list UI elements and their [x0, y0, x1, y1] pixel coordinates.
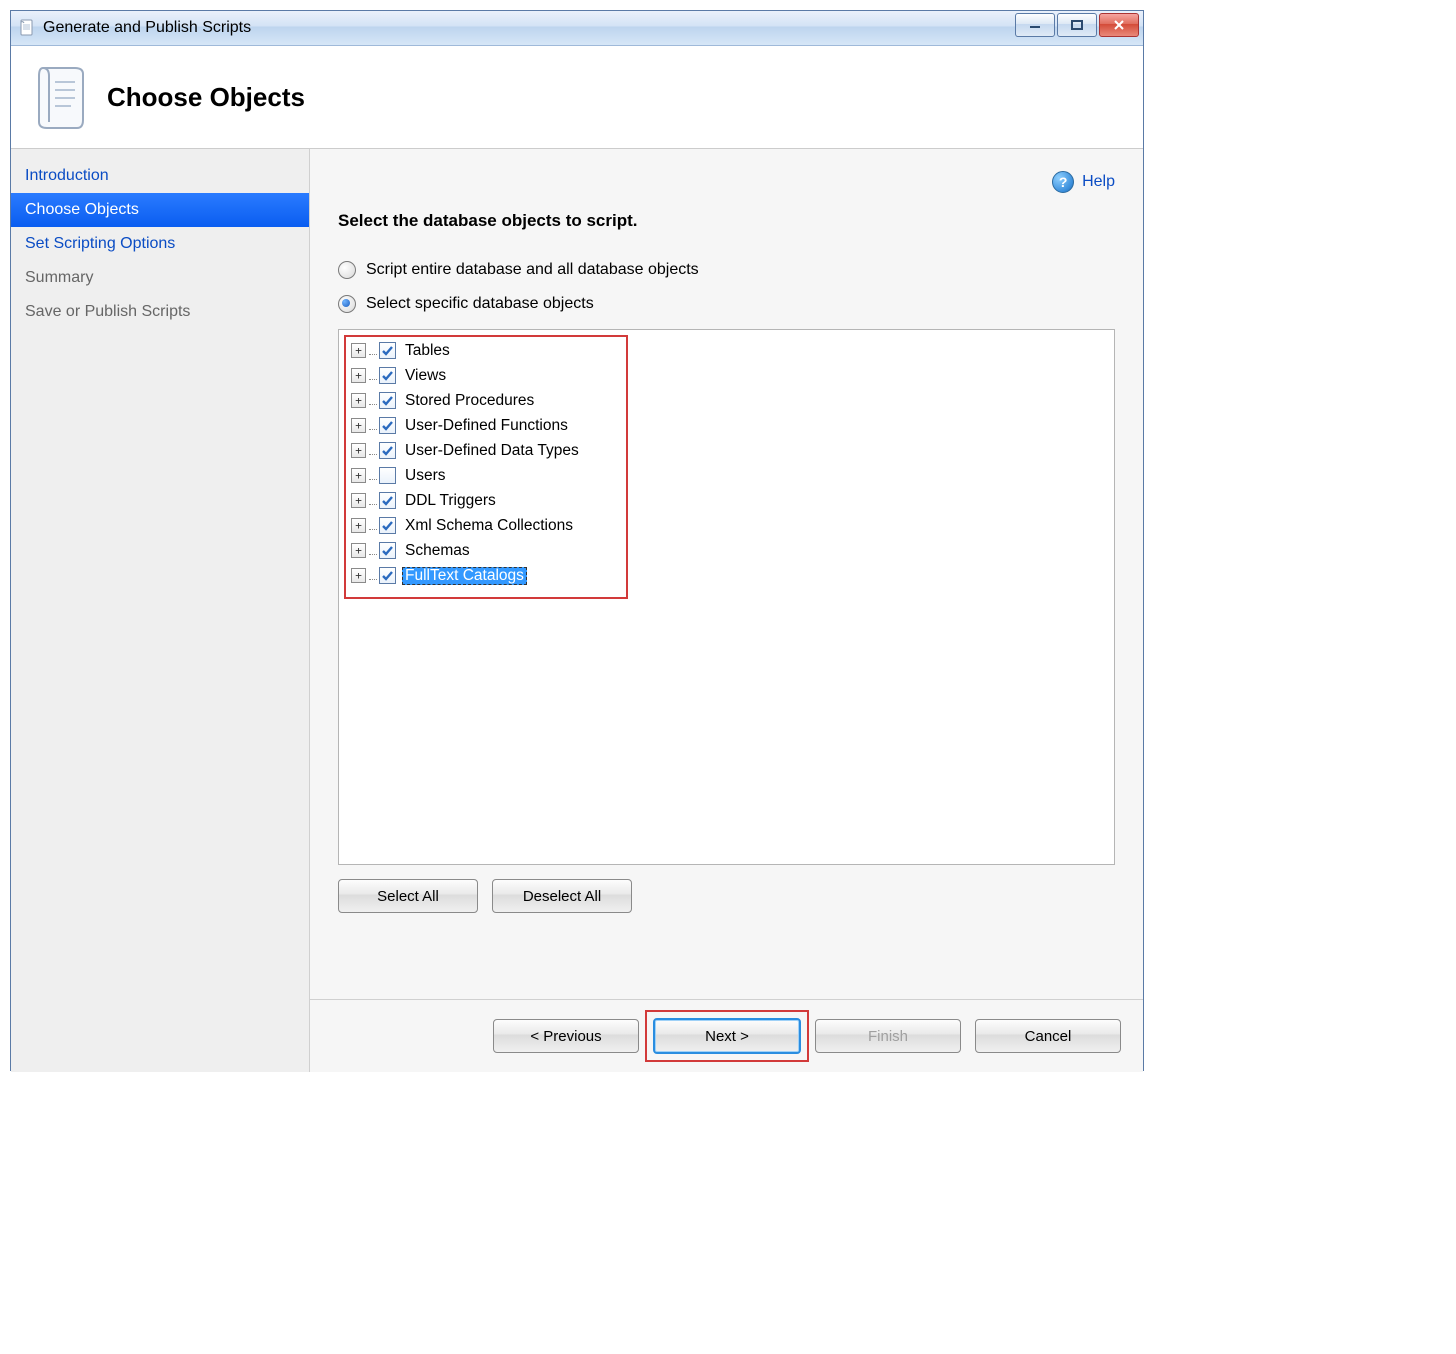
tree-item-label[interactable]: FullText Catalogs	[402, 567, 527, 585]
help-label: Help	[1082, 173, 1115, 191]
tree-item-label[interactable]: Xml Schema Collections	[402, 517, 576, 535]
tree-item-label[interactable]: Views	[402, 367, 449, 385]
wizard-window: Generate and Publish Scripts	[10, 10, 1144, 1071]
radio-icon	[338, 261, 356, 279]
radio-group: Script entire database and all database …	[338, 261, 1115, 313]
tree-item-label[interactable]: Tables	[402, 342, 453, 360]
previous-button[interactable]: < Previous	[493, 1019, 639, 1053]
instruction-text: Select the database objects to script.	[338, 211, 1115, 231]
minimize-icon	[1028, 20, 1042, 30]
wizard-footer: < Previous Next > Finish Cancel	[310, 999, 1143, 1072]
radio-select-specific[interactable]: Select specific database objects	[338, 295, 1115, 313]
select-all-button[interactable]: Select All	[338, 879, 478, 913]
close-button[interactable]	[1099, 13, 1139, 37]
checkbox[interactable]	[379, 342, 396, 359]
tree-item-label[interactable]: User-Defined Functions	[402, 417, 571, 435]
expand-icon[interactable]: +	[351, 393, 366, 408]
radio-label: Select specific database objects	[366, 295, 594, 313]
tree-row[interactable]: + Views	[347, 363, 1106, 388]
tree-row[interactable]: + Stored Procedures	[347, 388, 1106, 413]
radio-label: Script entire database and all database …	[366, 261, 699, 279]
tree-connector	[369, 472, 377, 480]
tree-item-label[interactable]: User-Defined Data Types	[402, 442, 582, 460]
next-button[interactable]: Next >	[653, 1018, 801, 1054]
tree-connector	[369, 397, 377, 405]
object-tree[interactable]: + Tables + Views + Stored Procedures + User-Def…	[338, 329, 1115, 865]
tree-connector	[369, 522, 377, 530]
tree-row[interactable]: + Users	[347, 463, 1106, 488]
tree-row[interactable]: + FullText Catalogs	[347, 563, 1106, 588]
maximize-icon	[1070, 19, 1084, 31]
expand-icon[interactable]: +	[351, 468, 366, 483]
help-link[interactable]: ? Help	[1052, 171, 1115, 193]
wizard-main: ? Help Select the database objects to sc…	[310, 149, 1143, 1072]
sidebar-item-save-publish[interactable]: Save or Publish Scripts	[11, 295, 309, 329]
tree-connector	[369, 422, 377, 430]
wizard-header: Choose Objects	[11, 46, 1143, 149]
expand-icon[interactable]: +	[351, 343, 366, 358]
page-title: Choose Objects	[107, 82, 305, 113]
checkbox[interactable]	[379, 492, 396, 509]
sidebar-item-set-scripting-options[interactable]: Set Scripting Options	[11, 227, 309, 261]
window-title: Generate and Publish Scripts	[43, 19, 251, 37]
expand-icon[interactable]: +	[351, 518, 366, 533]
tree-action-row: Select All Deselect All	[338, 879, 1115, 913]
expand-icon[interactable]: +	[351, 443, 366, 458]
finish-button: Finish	[815, 1019, 961, 1053]
close-icon	[1112, 19, 1126, 31]
cancel-button[interactable]: Cancel	[975, 1019, 1121, 1053]
expand-icon[interactable]: +	[351, 568, 366, 583]
expand-icon[interactable]: +	[351, 493, 366, 508]
sidebar-item-choose-objects[interactable]: Choose Objects	[11, 193, 309, 227]
radio-script-all[interactable]: Script entire database and all database …	[338, 261, 1115, 279]
wizard-body: Introduction Choose Objects Set Scriptin…	[11, 149, 1143, 1072]
expand-icon[interactable]: +	[351, 418, 366, 433]
sidebar-item-summary[interactable]: Summary	[11, 261, 309, 295]
tree-connector	[369, 572, 377, 580]
tree-connector	[369, 447, 377, 455]
expand-icon[interactable]: +	[351, 543, 366, 558]
app-icon	[17, 18, 37, 38]
tree-item-label[interactable]: Users	[402, 467, 448, 485]
script-icon	[31, 62, 89, 132]
tree-item-label[interactable]: Stored Procedures	[402, 392, 537, 410]
tree-connector	[369, 497, 377, 505]
tree-row[interactable]: + User-Defined Functions	[347, 413, 1106, 438]
tree-row[interactable]: + User-Defined Data Types	[347, 438, 1106, 463]
deselect-all-button[interactable]: Deselect All	[492, 879, 632, 913]
help-icon: ?	[1052, 171, 1074, 193]
tree-row[interactable]: + Tables	[347, 338, 1106, 363]
sidebar-item-introduction[interactable]: Introduction	[11, 159, 309, 193]
title-bar: Generate and Publish Scripts	[11, 11, 1143, 46]
tree-connector	[369, 347, 377, 355]
checkbox[interactable]	[379, 392, 396, 409]
checkbox[interactable]	[379, 517, 396, 534]
tree-item-label[interactable]: Schemas	[402, 542, 473, 560]
checkbox[interactable]	[379, 417, 396, 434]
tree-row[interactable]: + DDL Triggers	[347, 488, 1106, 513]
tree-row[interactable]: + Xml Schema Collections	[347, 513, 1106, 538]
checkbox[interactable]	[379, 442, 396, 459]
checkbox[interactable]	[379, 542, 396, 559]
checkbox[interactable]	[379, 367, 396, 384]
wizard-sidebar: Introduction Choose Objects Set Scriptin…	[11, 149, 310, 1072]
minimize-button[interactable]	[1015, 13, 1055, 37]
expand-icon[interactable]: +	[351, 368, 366, 383]
checkbox[interactable]	[379, 467, 396, 484]
tree-connector	[369, 372, 377, 380]
tree-row[interactable]: + Schemas	[347, 538, 1106, 563]
maximize-button[interactable]	[1057, 13, 1097, 37]
tree-item-label[interactable]: DDL Triggers	[402, 492, 499, 510]
tree-connector	[369, 547, 377, 555]
radio-icon	[338, 295, 356, 313]
checkbox[interactable]	[379, 567, 396, 584]
window-controls	[1013, 13, 1139, 37]
